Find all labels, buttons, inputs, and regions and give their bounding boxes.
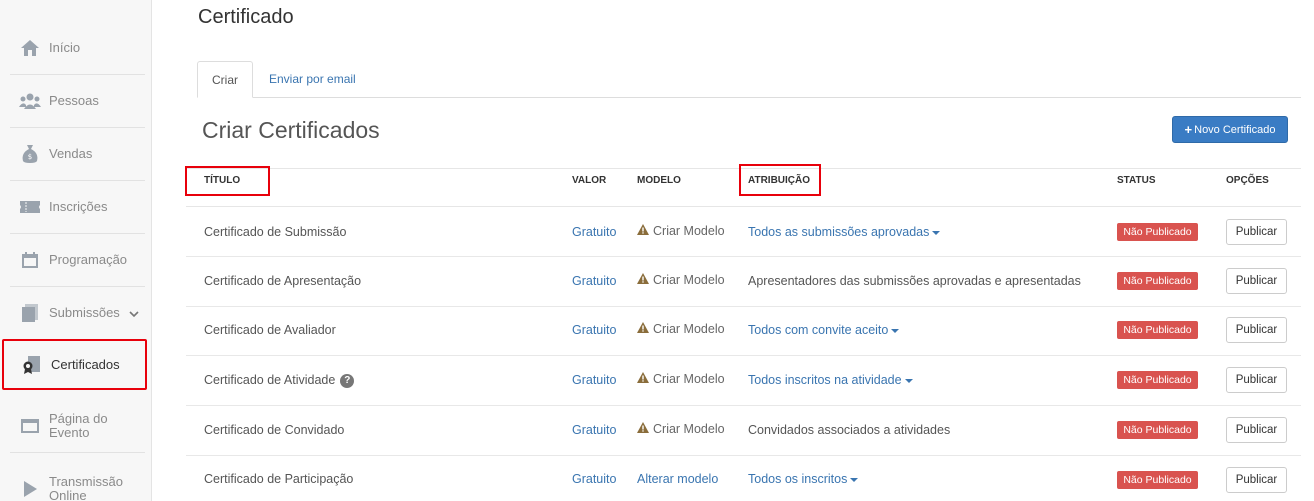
sidebar-item-pagina-do-evento[interactable]: Página do Evento — [10, 399, 145, 453]
row-attr-text: Apresentadores das submissões aprovadas … — [748, 274, 1081, 288]
row-attr-dropdown[interactable]: Todos os inscritos — [748, 472, 859, 486]
row-attr-dropdown[interactable]: Todos com convite aceito — [748, 323, 900, 337]
money-bag-icon: $ — [19, 143, 41, 165]
status-badge: Não Publicado — [1117, 272, 1198, 290]
section-title: Criar Certificados — [202, 117, 380, 143]
sidebar-item-label: Inscrições — [49, 199, 108, 214]
table-row: Certificado de Atividade? Gratuito Criar… — [186, 356, 1301, 406]
row-modelo-link[interactable]: Alterar modelo — [637, 472, 718, 486]
row-title: Certificado de Apresentação — [204, 274, 362, 288]
chevron-down-icon[interactable] — [129, 306, 139, 321]
warning-icon — [637, 322, 649, 336]
row-title: Certificado de Avaliador — [204, 323, 336, 337]
caret-down-icon — [850, 477, 859, 482]
publish-button[interactable]: Publicar — [1226, 417, 1287, 443]
row-title: Certificado de Submissão — [204, 225, 347, 239]
table-row: Certificado de Convidado Gratuito Criar … — [186, 406, 1301, 456]
sidebar-item-transmissao-online[interactable]: Transmissão Online — [10, 462, 145, 501]
row-attr-dropdown[interactable]: Todos inscritos na atividade — [748, 373, 913, 387]
row-valor-link[interactable]: Gratuito — [572, 323, 616, 337]
sidebar-item-submissoes[interactable]: Submissões — [10, 287, 145, 340]
ticket-icon — [19, 196, 41, 218]
users-icon — [19, 90, 41, 112]
calendar-icon — [19, 249, 41, 271]
sidebar-item-programacao[interactable]: Programação — [10, 234, 145, 287]
home-icon — [19, 37, 41, 59]
sidebar-item-label: Submissões — [49, 305, 120, 320]
sidebar-item-label: Transmissão Online — [49, 474, 123, 501]
row-title: Certificado de Atividade? — [204, 373, 355, 388]
play-icon — [19, 478, 41, 500]
table-row: Certificado de Apresentação Gratuito Cri… — [186, 257, 1301, 307]
plus-icon: + — [1184, 122, 1193, 137]
sidebar-item-certificados[interactable]: Certificados — [2, 339, 147, 390]
warning-icon — [637, 372, 649, 386]
row-modelo-link[interactable]: Criar Modelo — [637, 372, 725, 386]
warning-icon — [637, 224, 649, 238]
publish-button[interactable]: Publicar — [1226, 367, 1287, 393]
svg-text:$: $ — [28, 153, 32, 161]
row-attr-dropdown[interactable]: Todos as submissões aprovadas — [748, 225, 941, 239]
sidebar-item-label: Programação — [49, 252, 128, 267]
sidebar-item-label: Certificados — [51, 356, 120, 372]
header-valor: VALOR — [572, 175, 607, 186]
status-badge: Não Publicado — [1117, 371, 1198, 389]
row-valor-link[interactable]: Gratuito — [572, 274, 616, 288]
warning-icon — [637, 422, 649, 436]
row-modelo-link[interactable]: Criar Modelo — [637, 273, 725, 287]
certificate-icon — [21, 354, 43, 376]
row-valor-link[interactable]: Gratuito — [572, 373, 616, 387]
sidebar-item-inicio[interactable]: Início — [10, 22, 145, 75]
sidebar-item-label: Vendas — [49, 146, 93, 161]
status-badge: Não Publicado — [1117, 223, 1198, 241]
status-badge: Não Publicado — [1117, 471, 1198, 489]
page-title: Certificado — [198, 6, 294, 28]
tab-bar: Criar Enviar por email — [197, 61, 1301, 98]
sidebar-item-inscricoes[interactable]: Inscrições — [10, 181, 145, 234]
status-badge: Não Publicado — [1117, 321, 1198, 339]
warning-icon — [637, 273, 649, 287]
highlight-box-atribuicao — [739, 164, 821, 196]
row-modelo-link[interactable]: Criar Modelo — [637, 422, 725, 436]
header-opcoes: OPÇÕES — [1226, 175, 1269, 186]
header-modelo: MODELO — [637, 175, 681, 186]
sidebar-item-pessoas[interactable]: Pessoas — [10, 75, 145, 128]
caret-down-icon — [932, 230, 941, 235]
highlight-box-titulo — [185, 166, 270, 196]
row-valor-link[interactable]: Gratuito — [572, 423, 616, 437]
table-row: Certificado de Submissão Gratuito Criar … — [186, 207, 1301, 257]
sidebar-item-label: Início — [49, 40, 81, 55]
sidebar-item-label: Página do Evento — [49, 410, 108, 440]
row-title: Certificado de Participação — [204, 472, 354, 486]
sidebar-item-label: Pessoas — [49, 93, 99, 108]
publish-button[interactable]: Publicar — [1226, 317, 1287, 343]
sidebar: Início Pessoas $ Vendas Inscrições Progr… — [0, 0, 152, 501]
row-modelo-link[interactable]: Criar Modelo — [637, 322, 725, 336]
publish-button[interactable]: Publicar — [1226, 268, 1287, 294]
row-title: Certificado de Convidado — [204, 423, 345, 437]
new-certificate-label: Novo Certificado — [1194, 123, 1276, 136]
publish-button[interactable]: Publicar — [1226, 467, 1287, 493]
document-icon — [19, 302, 41, 324]
row-valor-link[interactable]: Gratuito — [572, 225, 616, 239]
caret-down-icon — [904, 378, 913, 383]
row-attr-text: Convidados associados a atividades — [748, 423, 951, 437]
row-valor-link[interactable]: Gratuito — [572, 472, 616, 486]
tab-criar[interactable]: Criar — [197, 61, 253, 98]
header-status: STATUS — [1117, 175, 1156, 186]
browser-icon — [19, 415, 41, 437]
sidebar-item-vendas[interactable]: $ Vendas — [10, 128, 145, 181]
status-badge: Não Publicado — [1117, 421, 1198, 439]
table-row: Certificado de Avaliador Gratuito Criar … — [186, 306, 1301, 356]
new-certificate-button[interactable]: + Novo Certificado — [1172, 116, 1288, 143]
help-icon[interactable]: ? — [340, 373, 355, 388]
table-row: Certificado de Participação Gratuito Alt… — [186, 456, 1301, 501]
row-modelo-link[interactable]: Criar Modelo — [637, 224, 725, 238]
caret-down-icon — [891, 328, 900, 333]
tab-enviar-por-email[interactable]: Enviar por email — [255, 61, 370, 98]
publish-button[interactable]: Publicar — [1226, 219, 1287, 245]
